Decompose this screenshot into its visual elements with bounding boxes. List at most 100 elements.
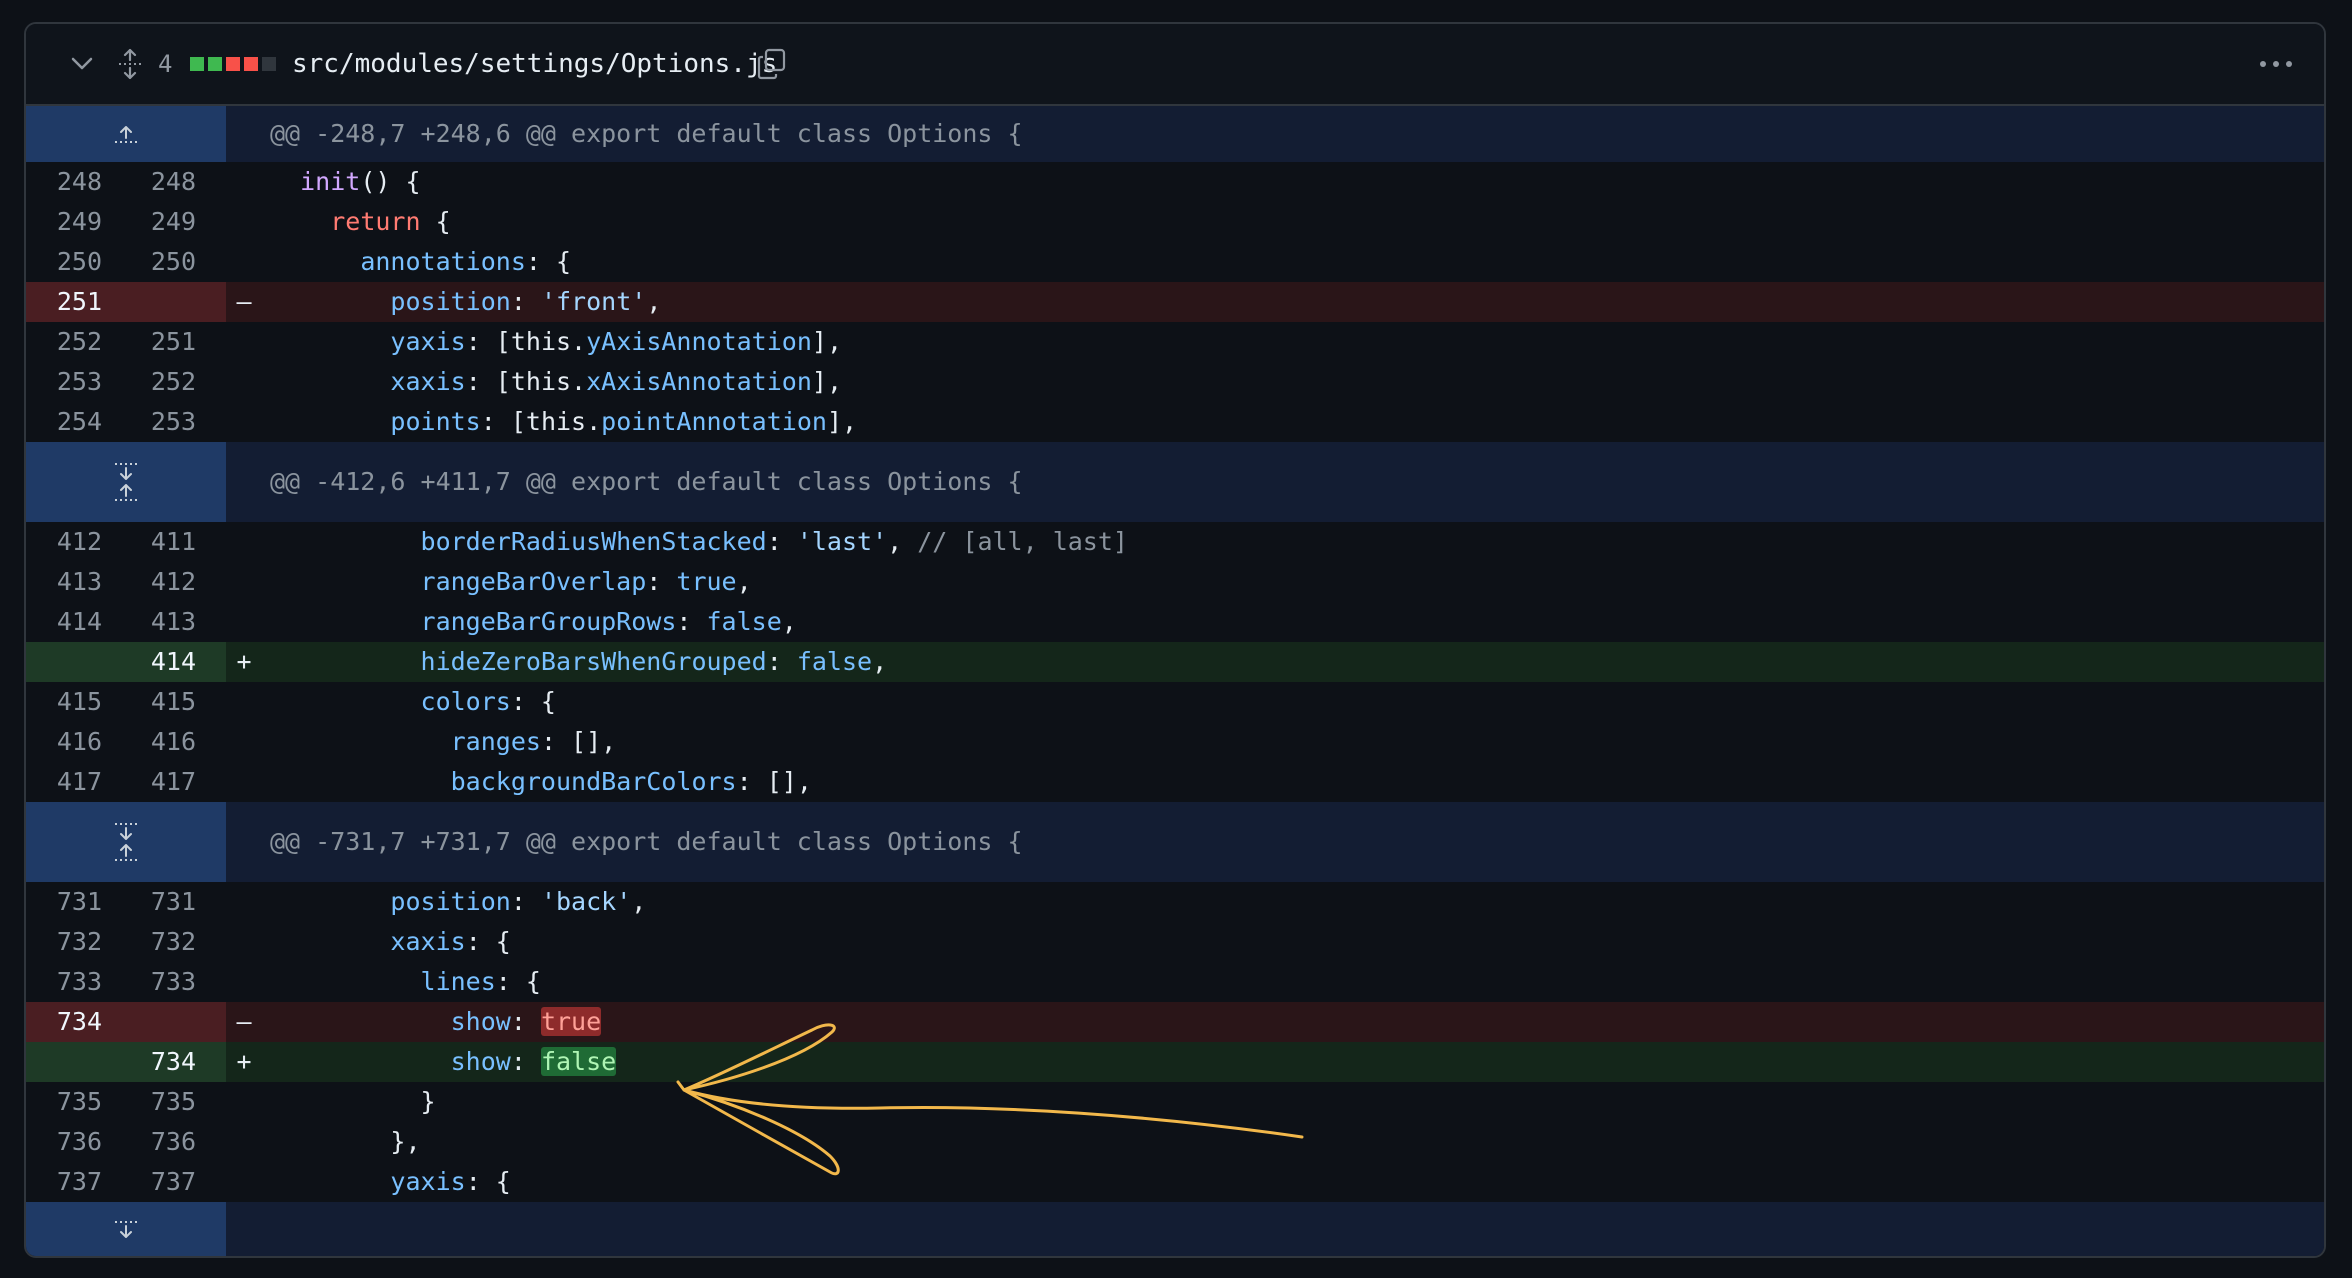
new-line-number[interactable]: 733 <box>126 962 226 1002</box>
old-line-number[interactable]: 250 <box>26 242 126 282</box>
diff-line: 250 250 annotations: { <box>26 242 2324 282</box>
code-token: rangeBarGroupRows <box>420 607 677 636</box>
diffstat-block <box>244 57 258 71</box>
new-line-number[interactable]: 734 <box>126 1042 226 1082</box>
old-line-number[interactable] <box>26 1042 126 1082</box>
diff-line: 252 251 yaxis: [this.yAxisAnnotation], <box>26 322 2324 362</box>
copy-icon[interactable] <box>752 24 792 104</box>
code-token: ], <box>811 367 842 396</box>
old-line-number[interactable]: 417 <box>26 762 126 802</box>
new-line-number[interactable]: 736 <box>126 1122 226 1162</box>
code-token: : [this. <box>480 407 602 436</box>
code-token: return <box>330 207 421 236</box>
old-line-number[interactable]: 251 <box>26 282 126 322</box>
new-line-number[interactable] <box>126 282 226 322</box>
old-line-number[interactable]: 252 <box>26 322 126 362</box>
code-token: : [], <box>736 767 812 796</box>
diff-line: 413 412 rangeBarOverlap: true, <box>26 562 2324 602</box>
old-line-number[interactable]: 735 <box>26 1082 126 1122</box>
new-line-number[interactable]: 415 <box>126 682 226 722</box>
old-line-number[interactable]: 413 <box>26 562 126 602</box>
hunk-header: @@ -248,7 +248,6 @@ export default class… <box>26 106 2324 162</box>
expand-both-icon[interactable] <box>26 442 226 522</box>
code-line: rangeBarOverlap: true, <box>262 562 2324 602</box>
diff-line: 733 733 lines: { <box>26 962 2324 1002</box>
code-token: () { <box>360 167 421 196</box>
old-line-number[interactable]: 734 <box>26 1002 126 1042</box>
new-line-number[interactable]: 250 <box>126 242 226 282</box>
code-token: true <box>676 567 737 596</box>
new-line-number[interactable]: 248 <box>126 162 226 202</box>
code-token: : { <box>495 967 541 996</box>
old-line-number[interactable]: 736 <box>26 1122 126 1162</box>
diff-sign: – <box>226 282 262 322</box>
hunk-header-text: @@ -731,7 +731,7 @@ export default class… <box>270 827 1023 856</box>
code-line: backgroundBarColors: [], <box>262 762 2324 802</box>
code-token: : <box>766 527 797 556</box>
old-line-number[interactable]: 254 <box>26 402 126 442</box>
new-line-number[interactable]: 412 <box>126 562 226 602</box>
code-token: : <box>510 1007 541 1036</box>
new-line-number[interactable]: 735 <box>126 1082 226 1122</box>
old-line-number[interactable]: 414 <box>26 602 126 642</box>
new-line-number[interactable]: 413 <box>126 602 226 642</box>
new-line-number[interactable]: 411 <box>126 522 226 562</box>
code-token: : <box>510 287 541 316</box>
diff-line: 248 248 init() { <box>26 162 2324 202</box>
diff-file: 4 src/modules/settings/Options.js @@ -24… <box>24 22 2326 1258</box>
code-token: position <box>390 287 511 316</box>
code-token: 'last' <box>796 527 888 556</box>
new-line-number[interactable]: 251 <box>126 322 226 362</box>
new-line-number[interactable]: 416 <box>126 722 226 762</box>
expand-up-icon[interactable] <box>26 106 226 162</box>
diff-sign <box>226 1082 262 1122</box>
old-line-number[interactable]: 249 <box>26 202 126 242</box>
old-line-number[interactable]: 737 <box>26 1162 126 1202</box>
new-line-number[interactable]: 737 <box>126 1162 226 1202</box>
code-token: false <box>796 647 873 676</box>
code-token: : { <box>465 1167 511 1196</box>
code-token: // [all, last] <box>917 527 1128 556</box>
file-path[interactable]: src/modules/settings/Options.js <box>292 24 777 104</box>
code-token: : <box>510 887 541 916</box>
diff-sign <box>226 1162 262 1202</box>
diff-sign <box>226 682 262 722</box>
code-token: , <box>887 527 918 556</box>
code-line: position: 'front', <box>262 282 2324 322</box>
new-line-number[interactable]: 252 <box>126 362 226 402</box>
diff-line: 414 413 rangeBarGroupRows: false, <box>26 602 2324 642</box>
diff-line: 251 – position: 'front', <box>26 282 2324 322</box>
old-line-number[interactable]: 731 <box>26 882 126 922</box>
new-line-number[interactable]: 249 <box>126 202 226 242</box>
old-line-number[interactable]: 416 <box>26 722 126 762</box>
collapse-chevron-icon[interactable] <box>62 24 102 104</box>
diff-line: 734 – show: true <box>26 1002 2324 1042</box>
expand-both-icon[interactable] <box>26 802 226 882</box>
diff-sign <box>226 402 262 442</box>
new-line-number[interactable]: 731 <box>126 882 226 922</box>
diff-sign: + <box>226 1042 262 1082</box>
more-options-icon[interactable] <box>2254 24 2298 104</box>
old-line-number[interactable] <box>26 642 126 682</box>
code-token: rangeBarOverlap <box>420 567 647 596</box>
code-token: false <box>706 607 782 636</box>
new-line-number[interactable]: 732 <box>126 922 226 962</box>
code-line: ranges: [], <box>262 722 2324 762</box>
old-line-number[interactable]: 412 <box>26 522 126 562</box>
code-token: { <box>420 207 451 236</box>
expand-down-icon[interactable] <box>26 1202 226 1256</box>
new-line-number[interactable]: 417 <box>126 762 226 802</box>
new-line-number[interactable]: 414 <box>126 642 226 682</box>
expand-all-icon[interactable] <box>110 24 150 104</box>
new-line-number[interactable] <box>126 1002 226 1042</box>
diff-sign <box>226 1122 262 1162</box>
diff-line: 417 417 backgroundBarColors: [], <box>26 762 2324 802</box>
old-line-number[interactable]: 248 <box>26 162 126 202</box>
new-line-number[interactable]: 253 <box>126 402 226 442</box>
old-line-number[interactable]: 732 <box>26 922 126 962</box>
old-line-number[interactable]: 733 <box>26 962 126 1002</box>
code-token: ], <box>811 327 842 356</box>
code-token: show <box>450 1007 511 1036</box>
old-line-number[interactable]: 415 <box>26 682 126 722</box>
old-line-number[interactable]: 253 <box>26 362 126 402</box>
